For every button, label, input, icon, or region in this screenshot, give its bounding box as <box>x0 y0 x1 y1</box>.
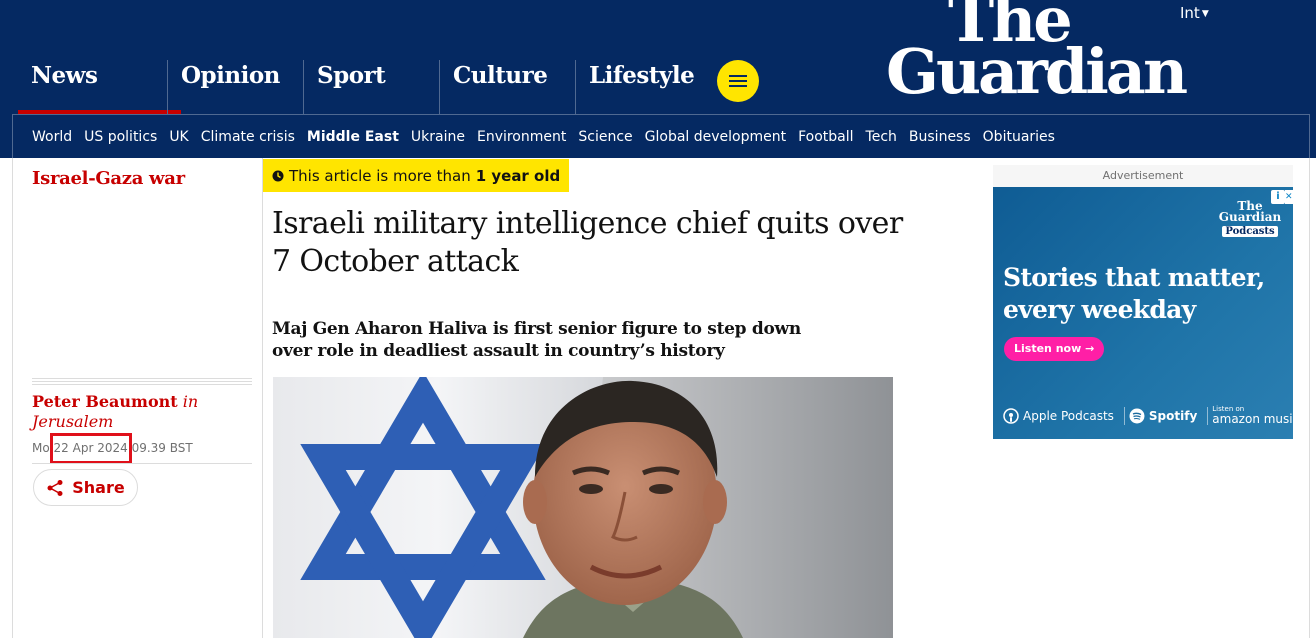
subnav-list: World US politics UK Climate crisis Midd… <box>32 129 1055 145</box>
apple-podcasts-icon <box>1003 407 1019 424</box>
ad-logo-line-3: Podcasts <box>1222 226 1278 237</box>
menu-line-icon <box>729 80 747 82</box>
subnav-item-environment[interactable]: Environment <box>477 129 566 145</box>
subnav-item-climate-crisis[interactable]: Climate crisis <box>201 129 295 145</box>
subnav-item-science[interactable]: Science <box>578 129 632 145</box>
article-headline: Israeli military intelligence chief quit… <box>272 206 903 279</box>
subnav-item-obituaries[interactable]: Obituaries <box>983 129 1055 145</box>
amazon-music-text: Listen on amazon music <box>1212 405 1293 426</box>
subnav-item-global-development[interactable]: Global development <box>645 129 786 145</box>
menu-line-icon <box>729 75 747 77</box>
site-header: Int ▼ The Guardian News Opinion Sport Cul… <box>0 0 1316 158</box>
pillar-opinion[interactable]: Opinion <box>167 60 303 114</box>
ad-headline: Stories that matter, every weekday <box>1003 263 1265 324</box>
hero-image <box>273 377 893 638</box>
divider <box>262 158 263 638</box>
apple-podcasts-label: Apple Podcasts <box>1023 408 1114 423</box>
divider <box>12 158 13 638</box>
hero-photo-illustration <box>273 377 893 638</box>
advertisement-banner[interactable]: i ✕ The Guardian Podcasts Stories that m… <box>993 187 1293 439</box>
ad-platforms: Apple Podcasts Spotify Listen on amazon … <box>1003 405 1293 426</box>
logo-line-2: Guardian <box>886 35 1188 108</box>
date-highlight-box <box>50 433 132 464</box>
apple-podcasts-badge[interactable]: Apple Podcasts <box>1003 407 1114 424</box>
publish-time: 09.39 BST <box>131 441 193 455</box>
ad-cta-label: Listen now <box>1014 342 1082 355</box>
spotify-icon <box>1129 408 1145 423</box>
divider <box>1207 406 1209 425</box>
pillar-sport[interactable]: Sport <box>303 60 439 114</box>
divider <box>1123 406 1125 425</box>
pillar-culture[interactable]: Culture <box>439 60 575 114</box>
sub-navigation: World US politics UK Climate crisis Midd… <box>12 114 1310 158</box>
divider <box>32 463 252 464</box>
pillar-lifestyle[interactable]: Lifestyle <box>575 60 711 114</box>
date-prefix: Mo <box>32 441 50 455</box>
subnav-item-world[interactable]: World <box>32 129 72 145</box>
subnav-item-us-politics[interactable]: US politics <box>84 129 157 145</box>
article-standfirst: Maj Gen Aharon Haliva is first senior fi… <box>272 319 801 361</box>
age-notice-prefix: This article is more than <box>289 166 471 185</box>
advertisement-label: Advertisement <box>993 165 1293 187</box>
hamburger-menu-button[interactable] <box>717 60 759 102</box>
subnav-item-business[interactable]: Business <box>909 129 971 145</box>
series-link[interactable]: Israel-Gaza war <box>32 168 185 189</box>
subnav-item-tech[interactable]: Tech <box>866 129 897 145</box>
menu-line-icon <box>729 85 747 87</box>
arrow-right-icon: → <box>1085 342 1095 355</box>
subnav-item-ukraine[interactable]: Ukraine <box>411 129 465 145</box>
amazon-big-label: amazon music <box>1212 412 1293 426</box>
ad-close-icon[interactable]: ✕ <box>1285 190 1293 204</box>
age-notice-emphasis: 1 year old <box>475 166 561 185</box>
clock-icon <box>272 170 284 181</box>
byline: Peter Beaumont in Jerusalem <box>32 392 252 432</box>
ad-listen-now-button[interactable]: Listen now → <box>1004 337 1105 361</box>
author-link[interactable]: Peter Beaumont <box>32 392 178 411</box>
subnav-item-uk[interactable]: UK <box>169 129 188 145</box>
ad-logo-line-2: Guardian <box>1218 210 1282 224</box>
article-age-notice: This article is more than 1 year old <box>263 159 570 192</box>
subnav-item-middle-east[interactable]: Middle East <box>307 129 399 145</box>
pillar-news[interactable]: News <box>18 60 181 114</box>
share-button[interactable]: Share <box>33 469 138 506</box>
share-icon <box>47 479 63 496</box>
meta-rule <box>32 378 252 387</box>
pillar-nav: News Opinion Sport Culture Lifestyle <box>18 60 711 114</box>
share-label: Share <box>72 478 125 497</box>
subnav-item-football[interactable]: Football <box>798 129 853 145</box>
spotify-label: Spotify <box>1148 408 1198 423</box>
guardian-logo[interactable]: The Guardian <box>886 0 1216 108</box>
amazon-music-badge[interactable]: Listen on amazon music <box>1207 405 1293 426</box>
guardian-podcasts-logo: The Guardian Podcasts <box>1215 200 1285 237</box>
spotify-badge[interactable]: Spotify <box>1123 406 1198 425</box>
divider <box>1309 158 1310 638</box>
